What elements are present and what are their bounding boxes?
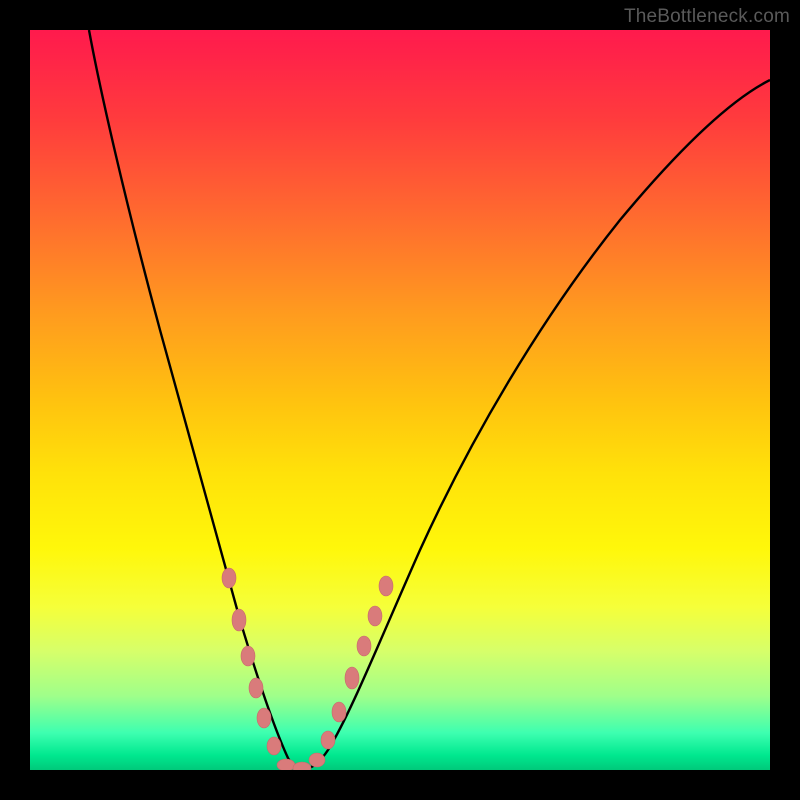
chart-frame: TheBottleneck.com xyxy=(0,0,800,800)
marker-dot xyxy=(277,759,295,770)
marker-dot xyxy=(222,568,236,588)
marker-dot xyxy=(345,667,359,689)
marker-dot xyxy=(267,737,281,755)
plot-area xyxy=(30,30,770,770)
marker-dot xyxy=(249,678,263,698)
curve-path-group xyxy=(89,30,770,769)
marker-dot xyxy=(241,646,255,666)
marker-dot xyxy=(332,702,346,722)
bottleneck-curve xyxy=(89,30,770,769)
watermark-text: TheBottleneck.com xyxy=(624,6,790,28)
marker-dot xyxy=(309,753,325,767)
marker-dot xyxy=(368,606,382,626)
marker-dot xyxy=(293,762,311,770)
marker-dot xyxy=(357,636,371,656)
bottleneck-curve-svg xyxy=(30,30,770,770)
marker-dot xyxy=(257,708,271,728)
marker-dot xyxy=(379,576,393,596)
marker-dot xyxy=(232,609,246,631)
marker-dot xyxy=(321,731,335,749)
